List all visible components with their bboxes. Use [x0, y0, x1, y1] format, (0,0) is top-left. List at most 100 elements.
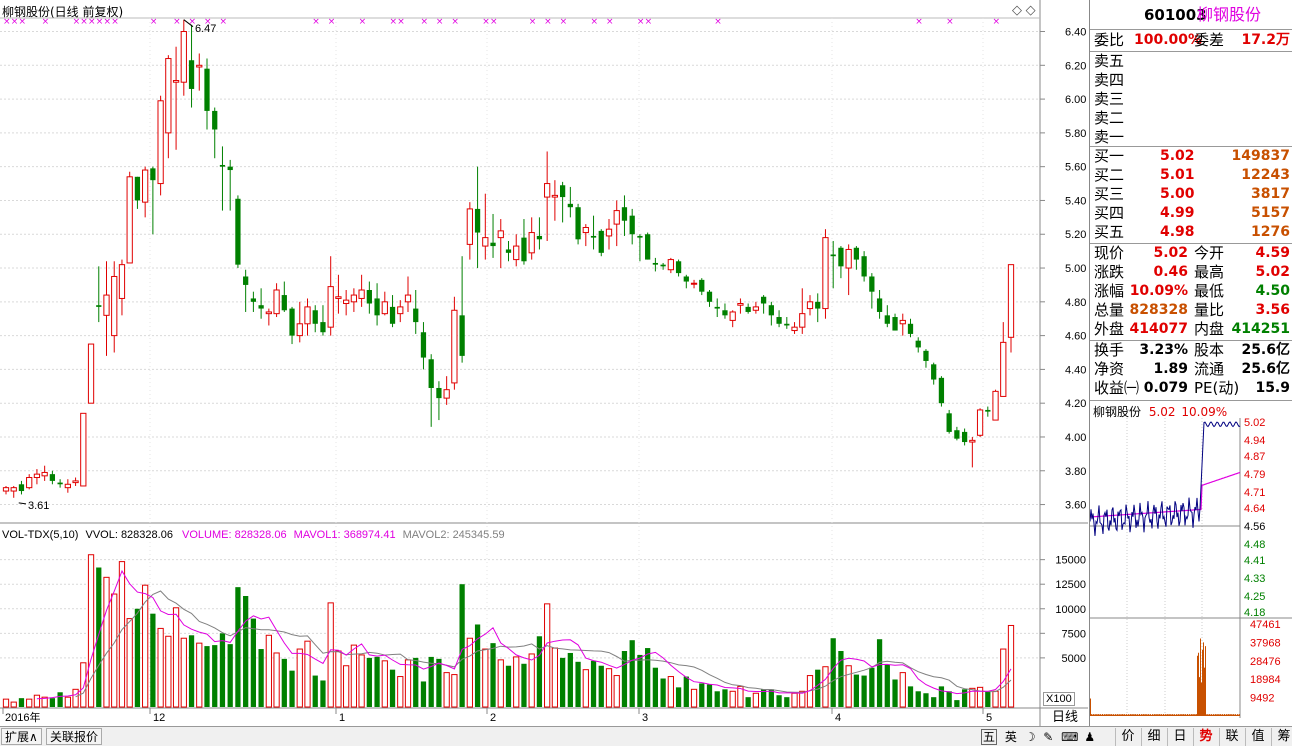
candle-body-down: [150, 168, 156, 181]
candle-body-down: [320, 322, 326, 333]
tab-0[interactable]: 价: [1115, 728, 1140, 746]
tab-2[interactable]: 日: [1167, 728, 1192, 746]
chart-options-icon[interactable]: ◇ ◇: [1012, 2, 1036, 18]
keyboard-icon[interactable]: ⌨: [1061, 730, 1078, 744]
fund-value: 3.23%: [1139, 342, 1188, 358]
candle-body-up: [180, 31, 187, 83]
volume-bar-up: [605, 668, 613, 708]
sell-level-label: 卖五: [1094, 52, 1125, 70]
candle-body-down: [505, 249, 512, 253]
candle-body-down: [892, 317, 898, 331]
volume-bar-up: [10, 701, 17, 708]
price-axis-label: 5.80: [1065, 128, 1086, 140]
sell-level-label: 卖一: [1094, 128, 1125, 146]
ime-mode-icon[interactable]: 五: [981, 729, 998, 745]
user-icon[interactable]: ♟: [1084, 730, 1095, 744]
candle-body-down: [745, 306, 751, 312]
stat-label: 涨幅: [1094, 282, 1125, 300]
candle-body-down: [621, 207, 628, 221]
kline-svg[interactable]: 6.40 6.20 6.00 5.80 5.60 5.40 5.20 5.00 4.80 4.60…: [0, 0, 1088, 726]
price-axis-label: 6.20: [1065, 60, 1086, 72]
kline-chart-area[interactable]: 6.40 6.20 6.00 5.80 5.60 5.40 5.20 5.00 4.80 4.60…: [0, 0, 1088, 746]
pen-icon[interactable]: ✎: [1043, 730, 1053, 744]
candle-body-down: [815, 301, 821, 309]
moon-icon[interactable]: ☽: [1025, 730, 1036, 744]
candle-body-up: [10, 487, 17, 492]
tab-6[interactable]: 筹: [1271, 728, 1292, 746]
related-quotes-button[interactable]: 关联报价: [46, 728, 103, 745]
candle-body-up: [822, 237, 829, 310]
mini-volume-label: 28476: [1250, 656, 1281, 668]
volume-bar-up: [358, 654, 365, 708]
signal-marker: ×: [490, 17, 498, 27]
volume-bar-down: [830, 638, 836, 707]
volume-bar-up: [397, 676, 404, 708]
intraday-mini-chart[interactable]: 5.02 4.94 4.87 4.79 4.71 4.64 4.56 4.48 4.41 4.33…: [1090, 418, 1292, 723]
sell-level-label: 卖三: [1094, 90, 1125, 108]
price-axis-label: 3.60: [1065, 500, 1086, 512]
ime-lang-icon[interactable]: 英: [1005, 730, 1017, 744]
fund-label: 净资: [1094, 360, 1125, 378]
candle-body-down: [923, 350, 929, 361]
tab-3[interactable]: 势: [1193, 728, 1218, 746]
price-axis-label: 6.40: [1065, 27, 1086, 39]
volume-bar-up: [118, 561, 126, 708]
volume-bar-up: [466, 637, 473, 708]
candle-body-down: [474, 208, 481, 233]
stat-value: 4.59: [1255, 245, 1290, 261]
volume-bar-down: [714, 691, 720, 707]
weibi-row: 委比 100.00% 委差 17.2万: [1094, 31, 1290, 50]
candle-body-up: [381, 301, 388, 315]
volume-bar-up: [172, 607, 180, 708]
volume-bar-down: [598, 665, 604, 707]
tab-4[interactable]: 联: [1219, 728, 1244, 746]
period-label[interactable]: 日线: [1043, 709, 1087, 726]
volume-bar-down: [621, 651, 628, 707]
candle-body-down: [250, 298, 257, 302]
candle-body-up: [497, 230, 504, 239]
stock-name: 柳钢股份: [1197, 5, 1262, 24]
candle-body-down: [931, 364, 937, 380]
signal-marker: ×: [436, 17, 444, 27]
volume-bar-down: [575, 661, 581, 707]
candle-body-up: [729, 311, 736, 321]
candle-body-down: [204, 68, 210, 111]
buy-level-label: 买四: [1094, 204, 1125, 222]
buy-volume: 12243: [1241, 167, 1290, 183]
candle-body-up: [327, 286, 334, 328]
candle-body-down: [212, 110, 218, 130]
ime-toolbar[interactable]: 五 英 ☽ ✎ ⌨ ♟: [981, 728, 1095, 746]
volume-unit-label: X100: [1043, 692, 1075, 706]
candle-body-up: [172, 80, 180, 83]
mini-price-label: 4.71: [1244, 487, 1265, 499]
volume-bar-down: [521, 663, 527, 707]
tab-5[interactable]: 值: [1245, 728, 1270, 746]
candle-body-down: [49, 474, 56, 481]
fund-value: 0.079: [1143, 380, 1188, 396]
tab-1[interactable]: 细: [1141, 728, 1166, 746]
candle-body-down: [660, 264, 666, 267]
volume-bar-up: [899, 672, 906, 708]
sell-row-3: 卖三: [1094, 90, 1290, 109]
candle-body-down: [590, 235, 597, 238]
vol-indicator-name[interactable]: VOL-TDX(5,10): [2, 529, 78, 541]
volume-bar-up: [126, 618, 133, 708]
date-label: 12: [153, 712, 165, 724]
candle-body-up: [118, 264, 126, 299]
candle-body-down: [219, 164, 226, 167]
mini-volume-label: 37968: [1250, 637, 1281, 649]
fundamental-row: 换手 3.23% 股本 25.6亿: [1094, 341, 1290, 360]
volume-bar-down: [374, 656, 380, 707]
stat-row: 涨跌 0.46 最高 5.02: [1094, 263, 1290, 282]
mavol1-value: MAVOL1: 368974.41: [293, 529, 396, 541]
candle-body-down: [954, 430, 960, 439]
expand-button[interactable]: 扩展∧: [1, 728, 42, 745]
candle-body-up: [737, 303, 744, 306]
volume-bar-down: [629, 640, 635, 707]
volume-bar-down: [258, 649, 264, 707]
signal-marker: ×: [544, 17, 552, 27]
candle-body-down: [374, 298, 380, 316]
stat-value: 828328: [1129, 302, 1188, 318]
candle-body-up: [142, 169, 149, 203]
candle-body-up: [544, 183, 551, 198]
